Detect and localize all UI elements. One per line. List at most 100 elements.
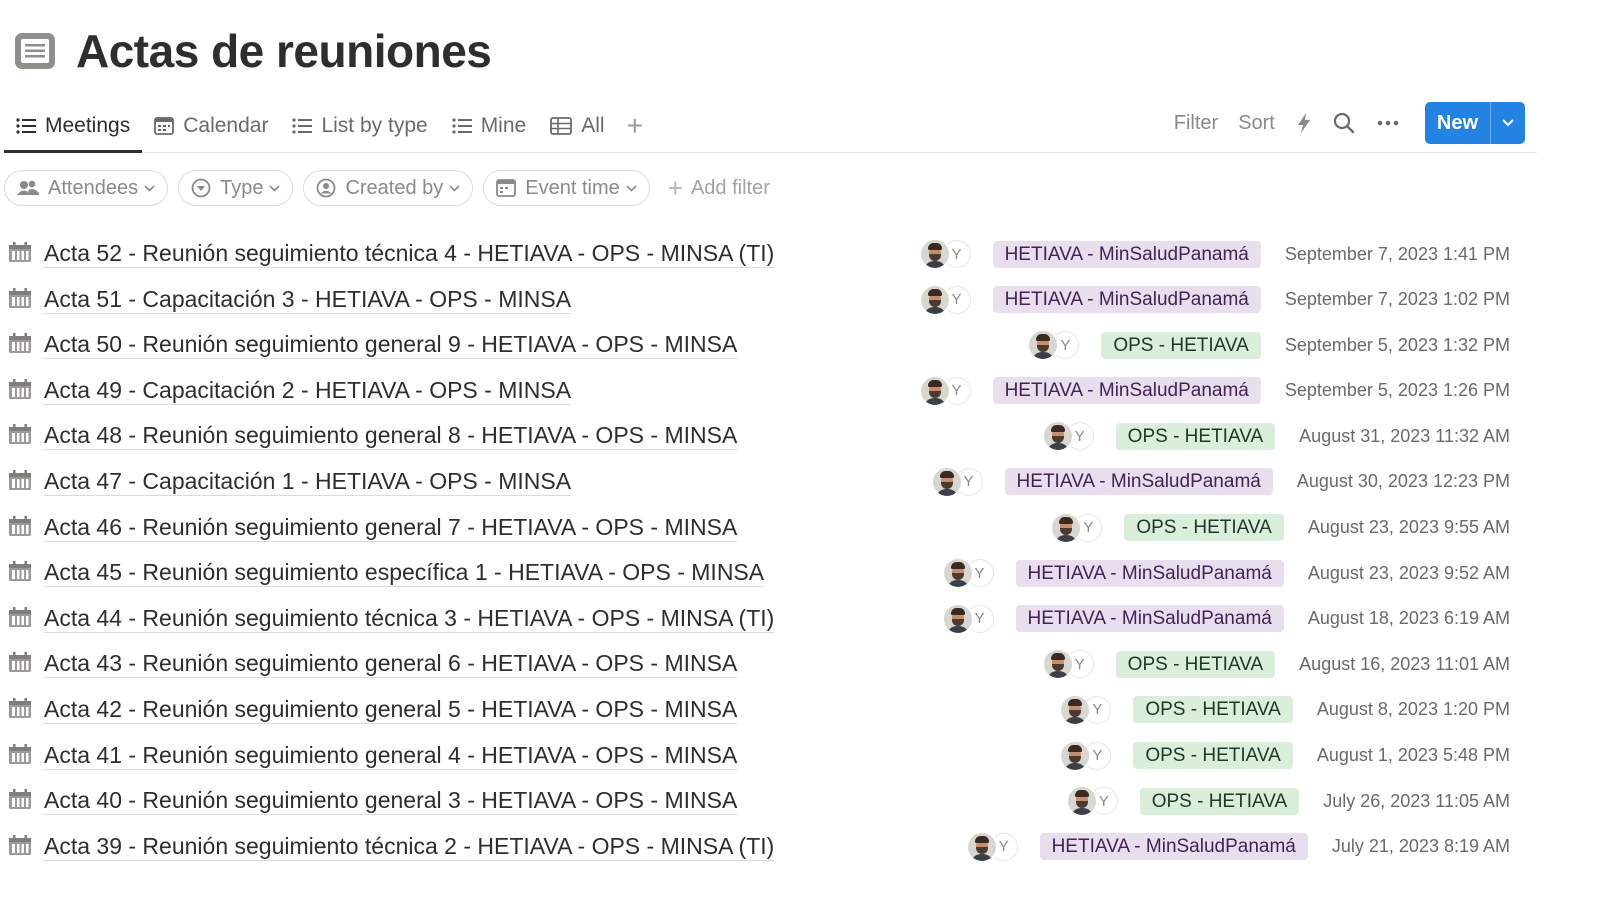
add-filter-button[interactable]: + Add filter xyxy=(668,173,770,204)
tab-label: List by type xyxy=(321,114,428,137)
list-item[interactable]: Acta 51 - Capacitación 3 - HETIAVA - OPS… xyxy=(0,277,1597,323)
people-icon xyxy=(17,180,39,195)
sort-button[interactable]: Sort xyxy=(1238,112,1275,135)
meeting-title[interactable]: Acta 51 - Capacitación 3 - HETIAVA - OPS… xyxy=(44,285,572,314)
calendar-icon xyxy=(496,179,517,197)
meeting-title[interactable]: Acta 41 - Reunión seguimiento general 4 … xyxy=(44,741,738,770)
row-properties: Y OPS - HETIAVA August 1, 2023 5:48 PM xyxy=(1059,739,1510,773)
list-item[interactable]: Acta 46 - Reunión seguimiento general 7 … xyxy=(0,505,1597,551)
list-item[interactable]: Acta 50 - Reunión seguimiento general 9 … xyxy=(0,322,1597,368)
filter-label: Attendees xyxy=(48,176,139,199)
attendees[interactable]: Y xyxy=(941,557,994,590)
meeting-title[interactable]: Acta 47 - Capacitación 1 - HETIAVA - OPS… xyxy=(44,467,572,496)
attendees[interactable]: Y xyxy=(918,283,971,316)
list-item[interactable]: Acta 45 - Reunión seguimiento específica… xyxy=(0,550,1597,596)
chevron-down-icon xyxy=(144,184,155,192)
list-item[interactable]: Acta 48 - Reunión seguimiento general 8 … xyxy=(0,413,1597,459)
meeting-title[interactable]: Acta 45 - Reunión seguimiento específica… xyxy=(44,558,765,588)
page-title: Actas de reuniones xyxy=(76,25,492,77)
attendees[interactable]: Y xyxy=(1027,329,1080,362)
tab-list-by-type[interactable]: List by type xyxy=(280,101,439,151)
event-time: August 1, 2023 5:48 PM xyxy=(1316,745,1510,766)
more-options-icon[interactable] xyxy=(1377,120,1399,126)
add-filter-label: Add filter xyxy=(690,176,770,199)
avatar xyxy=(918,374,951,407)
type-tag: HETIAVA - MinSaludPanamá xyxy=(1004,468,1273,496)
calendar-icon xyxy=(9,561,31,582)
avatar xyxy=(965,830,998,863)
tab-calendar[interactable]: Calendar xyxy=(142,101,280,151)
meeting-title[interactable]: Acta 48 - Reunión seguimiento general 8 … xyxy=(44,421,738,451)
tab-label: Calendar xyxy=(183,114,269,137)
meeting-title[interactable]: Acta 42 - Reunión seguimiento general 5 … xyxy=(44,695,738,724)
filter-event-time[interactable]: Event time xyxy=(483,170,650,206)
event-time: August 23, 2023 9:52 AM xyxy=(1307,562,1510,583)
list-item[interactable]: Acta 47 - Capacitación 1 - HETIAVA - OPS… xyxy=(0,459,1597,505)
event-time: July 26, 2023 11:05 AM xyxy=(1323,790,1510,811)
list-item[interactable]: Acta 44 - Reunión seguimiento técnica 3 … xyxy=(0,596,1597,642)
new-button[interactable]: New xyxy=(1424,102,1525,144)
chevron-down-icon xyxy=(626,184,637,192)
type-tag: HETIAVA - MinSaludPanamá xyxy=(992,377,1261,405)
avatar xyxy=(918,283,951,316)
document-icon[interactable] xyxy=(14,32,56,70)
meeting-title[interactable]: Acta 40 - Reunión seguimiento general 3 … xyxy=(44,786,738,816)
event-time: August 31, 2023 11:32 AM xyxy=(1299,425,1510,446)
search-icon[interactable] xyxy=(1333,112,1355,134)
event-time: August 30, 2023 12:23 PM xyxy=(1296,471,1510,492)
attendees[interactable]: Y xyxy=(1041,420,1094,453)
attendees[interactable]: Y xyxy=(1059,739,1112,772)
meeting-title[interactable]: Acta 49 - Capacitación 2 - HETIAVA - OPS… xyxy=(44,376,572,405)
attendees[interactable]: Y xyxy=(1065,785,1118,818)
attendees[interactable]: Y xyxy=(930,465,983,498)
list-item[interactable]: Acta 52 - Reunión seguimiento técnica 4 … xyxy=(0,231,1597,277)
filter-attendees[interactable]: Attendees xyxy=(4,170,169,206)
chevron-down-icon xyxy=(449,184,460,192)
meeting-title[interactable]: Acta 39 - Reunión seguimiento técnica 2 … xyxy=(44,832,775,861)
attendees[interactable]: Y xyxy=(941,602,994,635)
event-time: August 8, 2023 1:20 PM xyxy=(1316,699,1510,720)
automation-icon[interactable] xyxy=(1297,112,1311,134)
calendar-icon xyxy=(9,469,31,490)
tab-meetings[interactable]: Meetings xyxy=(4,101,143,153)
attendees[interactable]: Y xyxy=(1059,693,1112,726)
list-item[interactable]: Acta 40 - Reunión seguimiento general 3 … xyxy=(0,778,1597,824)
event-time: September 5, 2023 1:26 PM xyxy=(1284,380,1510,401)
avatar xyxy=(930,465,963,498)
attendees[interactable]: Y xyxy=(918,374,971,407)
filter-button[interactable]: Filter xyxy=(1174,112,1218,135)
calendar-icon xyxy=(9,378,31,399)
meeting-title[interactable]: Acta 43 - Reunión seguimiento general 6 … xyxy=(44,649,738,679)
list-item[interactable]: Acta 42 - Reunión seguimiento general 5 … xyxy=(0,687,1597,733)
meetings-list: Acta 52 - Reunión seguimiento técnica 4 … xyxy=(0,231,1597,869)
row-properties: Y OPS - HETIAVA August 23, 2023 9:55 AM xyxy=(1050,511,1510,545)
list-item[interactable]: Acta 41 - Reunión seguimiento general 4 … xyxy=(0,733,1597,779)
event-time: August 16, 2023 11:01 AM xyxy=(1299,653,1510,674)
attendees[interactable]: Y xyxy=(965,830,1018,863)
avatar xyxy=(918,238,951,270)
meeting-title[interactable]: Acta 44 - Reunión seguimiento técnica 3 … xyxy=(44,604,775,633)
calendar-icon xyxy=(9,424,31,445)
tab-all[interactable]: All xyxy=(538,101,616,151)
plus-icon: + xyxy=(667,172,683,203)
attendees[interactable]: Y xyxy=(918,238,971,270)
attendees[interactable]: Y xyxy=(1041,648,1094,681)
meeting-title[interactable]: Acta 50 - Reunión seguimiento general 9 … xyxy=(44,330,738,360)
meeting-title[interactable]: Acta 52 - Reunión seguimiento técnica 4 … xyxy=(44,239,775,268)
tab-mine[interactable]: Mine xyxy=(440,101,539,151)
calendar-icon xyxy=(9,242,31,262)
filter-type[interactable]: Type xyxy=(178,170,294,206)
chevron-down-icon[interactable] xyxy=(1490,102,1525,144)
person-icon xyxy=(317,178,336,198)
attendees[interactable]: Y xyxy=(1050,511,1103,544)
filter-created-by[interactable]: Created by xyxy=(303,170,474,206)
meeting-title[interactable]: Acta 46 - Reunión seguimiento general 7 … xyxy=(44,513,738,542)
avatar xyxy=(1041,420,1074,453)
table-icon xyxy=(550,117,573,135)
list-item[interactable]: Acta 49 - Capacitación 2 - HETIAVA - OPS… xyxy=(0,368,1597,414)
list-item[interactable]: Acta 43 - Reunión seguimiento general 6 … xyxy=(0,641,1597,687)
add-view-icon[interactable]: + xyxy=(617,110,653,142)
avatar xyxy=(1027,329,1060,362)
new-button-label[interactable]: New xyxy=(1425,112,1490,135)
list-item[interactable]: Acta 39 - Reunión seguimiento técnica 2 … xyxy=(0,824,1597,870)
